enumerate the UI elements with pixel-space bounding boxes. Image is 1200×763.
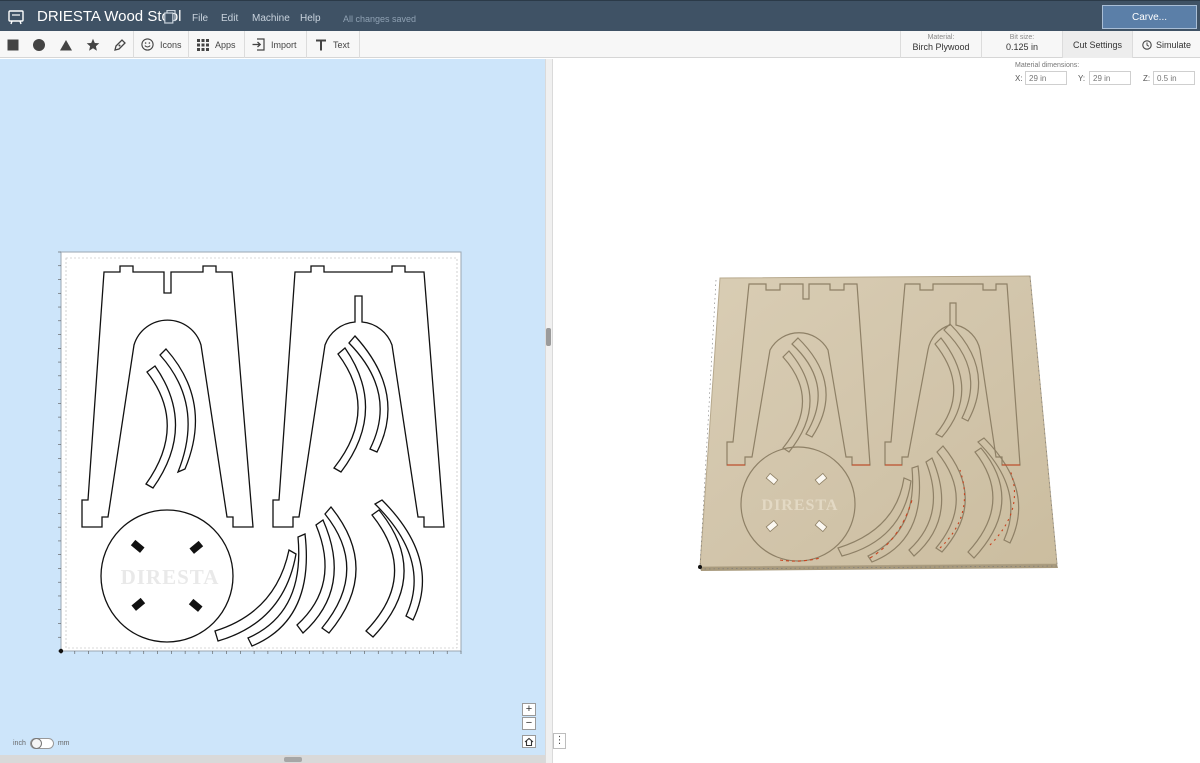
square-tool[interactable] bbox=[6, 31, 20, 58]
carve-preview-3d[interactable]: DIRESTA bbox=[553, 59, 1200, 763]
bit-size-value: 0.125 in bbox=[1005, 42, 1039, 52]
menu-edit[interactable]: Edit bbox=[221, 13, 238, 24]
preview-origin bbox=[698, 565, 702, 569]
pen-icon bbox=[114, 38, 126, 51]
icons-label: Icons bbox=[160, 39, 182, 50]
toolbar-divider bbox=[359, 31, 360, 58]
plywood-board bbox=[699, 275, 1058, 568]
pen-tool[interactable] bbox=[113, 31, 127, 58]
triangle-tool[interactable] bbox=[59, 31, 73, 58]
document-icon[interactable] bbox=[164, 10, 176, 24]
unit-switch[interactable] bbox=[29, 737, 54, 749]
menu-help[interactable]: Help bbox=[300, 13, 321, 24]
apps-label: Apps bbox=[215, 39, 236, 50]
import-label: Import bbox=[271, 39, 297, 50]
text-t-icon bbox=[316, 39, 326, 50]
machine-icon[interactable] bbox=[8, 9, 24, 25]
material-caption: Material: bbox=[927, 34, 955, 41]
more-options-button[interactable]: ⋮ bbox=[553, 733, 566, 749]
clock-icon bbox=[1142, 39, 1152, 50]
import-icon bbox=[252, 38, 265, 51]
text-button[interactable]: Text bbox=[315, 31, 350, 58]
material-value: Birch Plywood bbox=[912, 42, 970, 52]
text-label: Text bbox=[333, 39, 350, 50]
seat-watermark: DIRESTA bbox=[121, 565, 220, 589]
scrollbar-thumb[interactable] bbox=[284, 757, 302, 762]
horizontal-scrollbar[interactable] bbox=[0, 755, 545, 763]
toolbar: Icons Apps Import Text Material: Birch P… bbox=[0, 31, 1200, 58]
smiley-icon bbox=[141, 38, 154, 51]
home-icon bbox=[524, 737, 534, 747]
toolbar-divider bbox=[188, 31, 189, 58]
cut-settings-label: Cut Settings bbox=[1072, 39, 1123, 50]
splitter-handle[interactable] bbox=[546, 328, 551, 346]
app-window: DRIESTA Wood Stool File Edit Machine Hel… bbox=[0, 0, 1200, 763]
toolbar-divider bbox=[244, 31, 245, 58]
menu-file[interactable]: File bbox=[192, 13, 208, 24]
unit-inch-label: inch bbox=[13, 739, 26, 747]
pane-splitter[interactable] bbox=[545, 59, 553, 763]
toolbar-divider bbox=[306, 31, 307, 58]
bit-size-caption: Bit size: bbox=[1009, 34, 1035, 41]
triangle-icon bbox=[60, 39, 72, 50]
cut-settings-button[interactable]: Cut Settings bbox=[1063, 31, 1132, 58]
apps-button[interactable]: Apps bbox=[197, 31, 236, 58]
star-icon bbox=[86, 38, 100, 51]
unit-toggle: inch mm bbox=[13, 737, 70, 749]
origin-point bbox=[58, 648, 64, 654]
star-tool[interactable] bbox=[86, 31, 100, 58]
material-selector[interactable]: Material: Birch Plywood bbox=[901, 31, 981, 58]
import-button[interactable]: Import bbox=[252, 31, 297, 58]
project-title[interactable]: DRIESTA Wood Stool bbox=[37, 8, 182, 25]
menu-machine[interactable]: Machine bbox=[252, 13, 290, 24]
icons-button[interactable]: Icons bbox=[141, 31, 182, 58]
home-view-button[interactable] bbox=[522, 735, 536, 748]
simulate-label: Simulate bbox=[1155, 39, 1191, 50]
bit-size-selector[interactable]: Bit size: 0.125 in bbox=[982, 31, 1062, 58]
square-icon bbox=[7, 39, 19, 50]
save-status: All changes saved bbox=[343, 14, 417, 24]
preview-watermark: DIRESTA bbox=[762, 497, 839, 514]
carve-button[interactable]: Carve... bbox=[1102, 5, 1197, 29]
circle-icon bbox=[33, 38, 45, 51]
title-bar: DRIESTA Wood Stool File Edit Machine Hel… bbox=[0, 0, 1200, 31]
simulate-button[interactable]: Simulate bbox=[1133, 31, 1200, 58]
design-canvas[interactable]: DIRESTA bbox=[0, 59, 545, 755]
toolbar-divider bbox=[133, 31, 134, 58]
unit-mm-label: mm bbox=[57, 739, 70, 747]
apps-grid-icon bbox=[197, 38, 209, 51]
circle-tool[interactable] bbox=[32, 31, 46, 58]
zoom-out-button[interactable]: − bbox=[522, 717, 536, 730]
zoom-in-button[interactable]: + bbox=[522, 703, 536, 716]
switch-knob bbox=[30, 737, 42, 749]
